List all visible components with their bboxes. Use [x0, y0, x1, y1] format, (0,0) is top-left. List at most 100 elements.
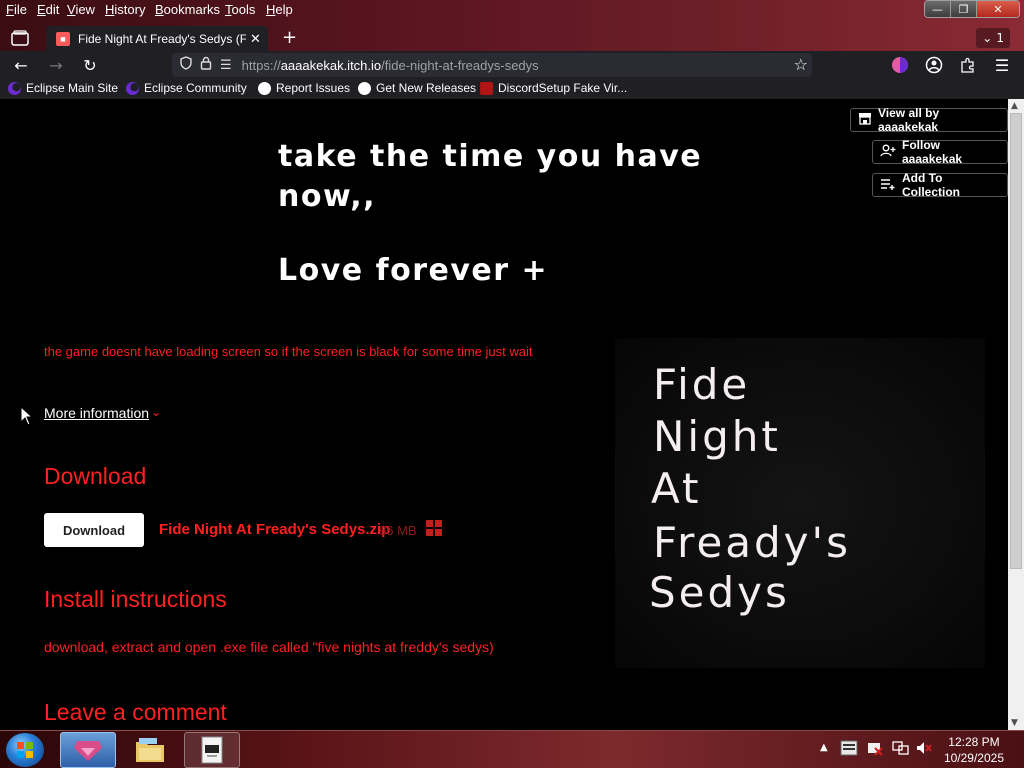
tab-bar: ■ Fide Night At Fready's Sedys (FN ✕ + ⌄… — [0, 25, 1024, 51]
tab-active[interactable]: ■ Fide Night At Fready's Sedys (FN ✕ — [46, 26, 268, 51]
extensions-icon[interactable] — [957, 55, 979, 75]
cover-text-line: Night — [653, 412, 781, 461]
download-button[interactable]: Download — [44, 513, 144, 547]
menu-help[interactable]: Help — [266, 2, 293, 17]
clock-time: 12:28 PM — [948, 735, 1000, 749]
clock-date: 10/29/2025 — [943, 751, 1004, 765]
taskbar-file-explorer[interactable] — [122, 732, 178, 768]
url-prefix: https:// — [241, 57, 281, 73]
taskbar-document-app[interactable] — [184, 732, 240, 768]
add-to-collection-button[interactable]: Add To Collection — [872, 171, 1008, 199]
view-all-label: View all by aaaakekak — [878, 106, 940, 134]
windows-logo-icon — [17, 742, 33, 758]
cover-text-line: At — [651, 464, 702, 513]
close-tab-icon[interactable]: ✕ — [250, 31, 261, 47]
header-banner-image: take the time you have now,, Love foreve… — [230, 99, 790, 329]
loading-notice: the game doesnt have loading screen so i… — [44, 344, 533, 359]
github-icon — [358, 81, 371, 95]
bookmark-get-new-releases[interactable]: Get New Releases — [358, 81, 476, 95]
network-icon[interactable] — [891, 740, 909, 759]
store-icon — [858, 112, 872, 128]
leave-comment-heading: Leave a comment — [44, 699, 227, 725]
scroll-down-icon[interactable]: ▼ — [1011, 718, 1018, 728]
lock-icon[interactable] — [200, 56, 212, 74]
tab-overflow-button[interactable]: ⌄ 1 — [976, 28, 1010, 48]
cover-text-line: Sedys — [649, 568, 790, 617]
scroll-thumb[interactable] — [1010, 113, 1022, 569]
url-domain: aaaakekak.itch.io — [280, 57, 382, 73]
permissions-icon[interactable]: ☰ — [220, 58, 232, 73]
taskbar-clock[interactable]: 12:28 PM 10/29/2025 — [944, 734, 1004, 766]
add-user-icon — [880, 144, 896, 160]
account-icon[interactable] — [923, 55, 945, 75]
add-to-collection-label: Add To Collection — [902, 171, 961, 199]
nav-bar: ← → ↻ ☰ https://aaaakekak.itch.io/fide-n… — [0, 51, 1024, 79]
minimize-button[interactable]: — — [925, 1, 951, 17]
eclipse-icon — [126, 81, 139, 95]
header-text-line: take the time you have — [278, 139, 703, 174]
bookmarks-toolbar: Eclipse Main Site Eclipse Community Repo… — [0, 79, 1024, 99]
tab-count: 1 — [996, 31, 1004, 45]
follow-button[interactable]: Follow aaaakekak — [872, 138, 1008, 166]
close-window-button[interactable]: ✕ — [977, 1, 1019, 17]
game-cover-image: Fide Night At Fready's Sedys — [615, 338, 985, 668]
menu-bookmarks[interactable]: Bookmarks — [155, 2, 220, 17]
bookmark-discordsetup[interactable]: DiscordSetup Fake Vir... — [480, 81, 627, 95]
mouse-cursor-icon — [20, 406, 32, 426]
bookmark-label: Report Issues — [276, 81, 351, 95]
menu-file[interactable]: File — [6, 2, 27, 17]
cover-text-line: Fready's — [653, 518, 851, 567]
bookmark-report-issues[interactable]: Report Issues — [258, 81, 350, 95]
document-icon — [201, 736, 223, 764]
back-icon[interactable]: ← — [10, 55, 32, 75]
tab-title: Fide Night At Fready's Sedys (FN — [78, 31, 246, 46]
reload-icon[interactable]: ↻ — [79, 55, 101, 75]
windows-icon — [426, 520, 442, 536]
restore-button[interactable]: ❐ — [951, 1, 977, 17]
tray-expand-icon[interactable]: ▲ — [820, 742, 828, 753]
new-tab-icon[interactable]: + — [282, 27, 297, 48]
more-information-link[interactable]: More information — [44, 405, 149, 421]
github-icon — [258, 81, 271, 95]
tray-action-center-icon[interactable] — [866, 740, 884, 759]
page-scrollbar[interactable]: ▲ ▼ — [1008, 99, 1024, 730]
start-button[interactable] — [6, 733, 44, 767]
address-bar[interactable]: ☰ https://aaaakekak.itch.io/fide-night-a… — [172, 53, 812, 77]
cover-text-line: Fide — [653, 360, 751, 409]
itchio-icon: ■ — [56, 31, 70, 46]
chevron-down-icon: ⌄ — [982, 31, 993, 45]
bookmark-label: Get New Releases — [376, 81, 477, 95]
menu-tools[interactable]: Tools — [225, 2, 255, 17]
chevron-down-icon[interactable]: ⌄ — [151, 405, 161, 419]
tray-app-icon[interactable] — [840, 740, 858, 759]
bookmark-eclipse-main[interactable]: Eclipse Main Site — [8, 81, 118, 95]
shield-icon[interactable] — [180, 56, 192, 74]
firefox-view-icon[interactable] — [889, 55, 911, 75]
tab-list-icon[interactable] — [8, 27, 32, 49]
url-path: /fide-night-at-freadys-sedys — [381, 57, 539, 73]
taskbar-itchio-app[interactable] — [60, 732, 116, 768]
bookmark-label: Eclipse Main Site — [26, 81, 119, 95]
eclipse-icon — [8, 81, 21, 95]
follow-label: Follow aaaakekak — [902, 138, 963, 166]
bookmark-label: Eclipse Community — [144, 81, 247, 95]
page-content: take the time you have now,, Love foreve… — [0, 99, 1008, 730]
menu-bar: File Edit View History Bookmarks Tools H… — [0, 0, 1024, 20]
windows-taskbar: ▲ 12:28 PM 10/29/2025 — [0, 730, 1024, 768]
volume-muted-icon[interactable] — [915, 740, 933, 759]
menu-edit[interactable]: Edit — [37, 2, 59, 17]
folder-icon — [136, 738, 164, 762]
bookmark-label: DiscordSetup Fake Vir... — [498, 81, 628, 95]
view-all-button[interactable]: View all by aaaakekak — [850, 106, 1008, 134]
download-heading: Download — [44, 463, 147, 489]
header-text-line: now,, — [278, 179, 377, 214]
hamburger-menu-icon[interactable]: ☰ — [991, 55, 1013, 75]
window-controls: — ❐ ✕ — [924, 0, 1020, 18]
url-text[interactable]: https://aaaakekak.itch.io/fide-night-at-… — [242, 58, 539, 73]
forward-icon[interactable]: → — [45, 55, 67, 75]
scroll-up-icon[interactable]: ▲ — [1011, 101, 1018, 111]
bookmark-eclipse-community[interactable]: Eclipse Community — [126, 81, 247, 95]
menu-view[interactable]: View — [67, 2, 95, 17]
bookmark-star-icon[interactable]: ☆ — [794, 55, 808, 74]
menu-history[interactable]: History — [105, 2, 145, 17]
